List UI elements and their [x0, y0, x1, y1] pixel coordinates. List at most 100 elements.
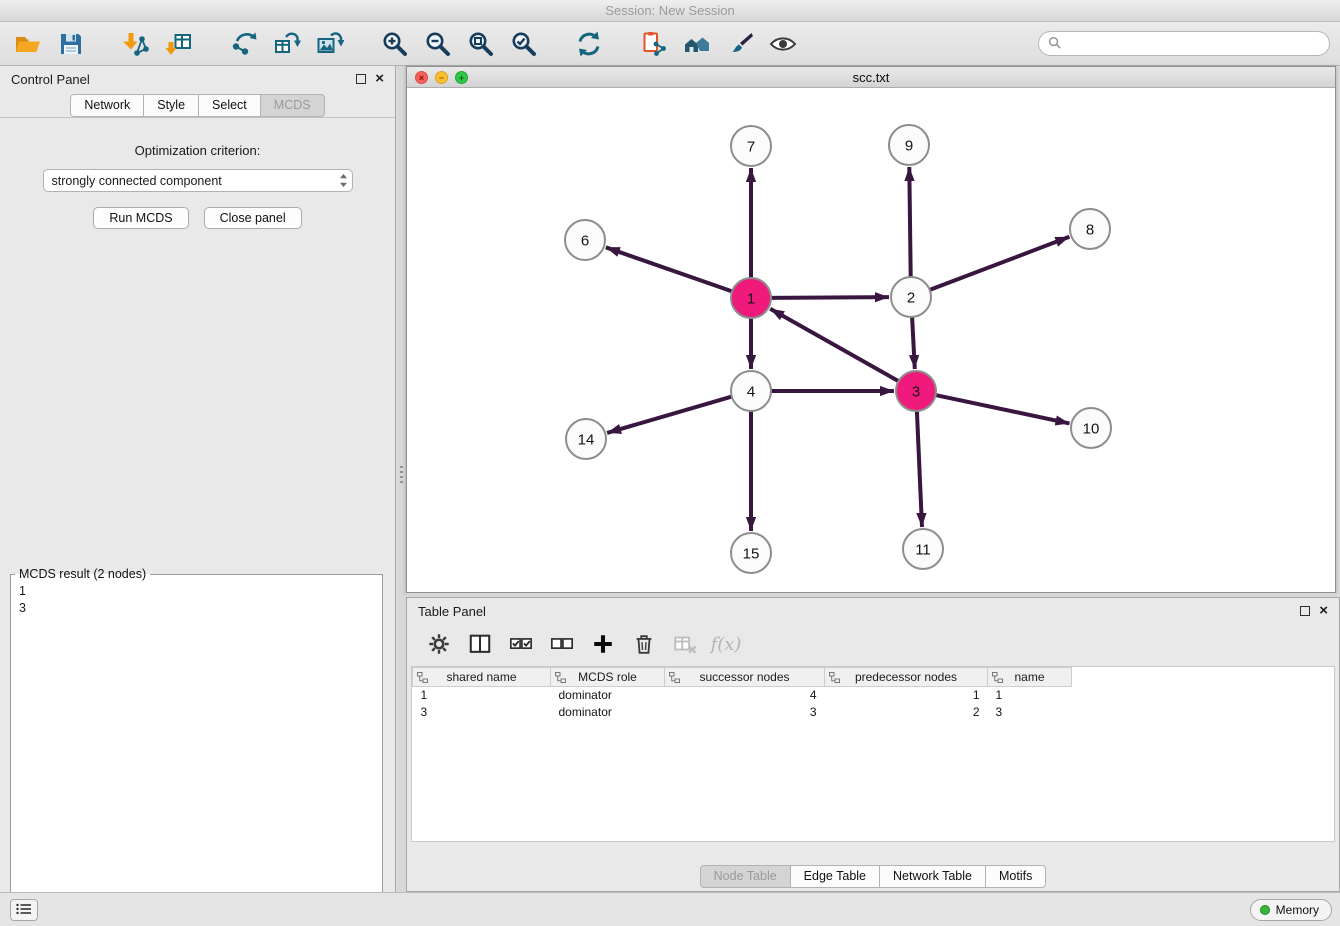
table-row[interactable]: 3dominator323 — [413, 704, 1072, 721]
zoom-selected-icon[interactable] — [506, 27, 542, 61]
graph-node-label: 7 — [747, 139, 755, 156]
graph-edge-3-1[interactable] — [770, 309, 898, 381]
tab-network[interactable]: Network — [70, 94, 144, 117]
graph-edge-4-14[interactable] — [607, 397, 732, 433]
task-list-icon — [16, 903, 32, 918]
column-header-predecessor-nodes[interactable]: predecessor nodes — [825, 668, 988, 687]
save-session-icon[interactable] — [53, 27, 89, 61]
table-cell[interactable]: 1 — [825, 687, 988, 704]
import-table-icon[interactable] — [161, 27, 197, 61]
copy-view-icon[interactable] — [636, 27, 672, 61]
open-file-icon[interactable] — [10, 27, 46, 61]
memory-button-label: Memory — [1276, 903, 1319, 917]
close-table-panel-icon[interactable]: × — [1319, 605, 1328, 617]
run-mcds-button[interactable]: Run MCDS — [93, 207, 188, 229]
network-view-window: × − + scc.txt 7968124314101511 — [406, 66, 1336, 593]
graph-node-label: 14 — [578, 432, 595, 449]
table-cell[interactable]: 2 — [825, 704, 988, 721]
table-row[interactable]: 1dominator411 — [413, 687, 1072, 704]
window-title: Session: New Session — [605, 3, 734, 18]
network-overview-icon[interactable] — [679, 27, 715, 61]
select-all-icon[interactable] — [507, 630, 535, 658]
control-panel: Control Panel × NetworkStyleSelectMCDS O… — [0, 66, 396, 892]
tab-node-table[interactable]: Node Table — [700, 865, 791, 888]
column-header-mcds-role[interactable]: MCDS role — [551, 668, 665, 687]
table-panel-header: Table Panel × — [407, 598, 1339, 624]
tab-edge-table[interactable]: Edge Table — [790, 865, 880, 888]
graph-node-label: 4 — [747, 384, 755, 401]
search-input[interactable] — [1066, 37, 1320, 51]
graph-node-label: 1 — [747, 291, 755, 308]
table-cell[interactable]: 3 — [413, 704, 551, 721]
window-zoom-button[interactable]: + — [455, 71, 468, 84]
search-icon — [1048, 36, 1061, 52]
zoom-fit-icon[interactable] — [463, 27, 499, 61]
optimization-select-value: strongly connected component — [52, 174, 222, 188]
table-body: 1dominator4113dominator323 — [413, 687, 1072, 721]
graph-node-label: 15 — [743, 546, 760, 563]
tab-select[interactable]: Select — [198, 94, 261, 117]
zoom-out-icon[interactable] — [420, 27, 456, 61]
table-tabs: Node TableEdge TableNetwork TableMotifs — [407, 865, 1339, 888]
window-titlebar: Session: New Session — [0, 0, 1340, 22]
graph-edge-1-2[interactable] — [771, 297, 889, 298]
close-panel-button[interactable]: Close panel — [204, 207, 302, 229]
graph-node-label: 10 — [1083, 421, 1100, 438]
graph-edge-3-11[interactable] — [917, 411, 922, 527]
table-cell[interactable]: dominator — [551, 704, 665, 721]
table-cell[interactable]: 1 — [413, 687, 551, 704]
column-header-successor-nodes[interactable]: successor nodes — [665, 668, 825, 687]
graph-edge-2-8[interactable] — [930, 237, 1070, 290]
new-network-from-selection-icon[interactable] — [226, 27, 262, 61]
graph-edge-1-6[interactable] — [606, 247, 732, 291]
refresh-layout-icon[interactable] — [571, 27, 607, 61]
graph-edge-3-10[interactable] — [936, 395, 1070, 423]
settings-gear-icon[interactable] — [425, 630, 453, 658]
zoom-in-icon[interactable] — [377, 27, 413, 61]
main-toolbar-icons — [10, 27, 808, 61]
table-cell[interactable]: 3 — [988, 704, 1072, 721]
window-minimize-button[interactable]: − — [435, 71, 448, 84]
function-builder-icon: f(x) — [712, 630, 740, 658]
table-cell[interactable]: dominator — [551, 687, 665, 704]
float-table-panel-icon[interactable] — [1300, 606, 1310, 616]
export-image-icon[interactable] — [312, 27, 348, 61]
tab-motifs[interactable]: Motifs — [985, 865, 1046, 888]
vertical-splitter[interactable] — [397, 66, 406, 892]
main-toolbar — [0, 22, 1340, 66]
column-header-shared-name[interactable]: shared name — [413, 668, 551, 687]
table-cell[interactable]: 3 — [665, 704, 825, 721]
import-network-icon[interactable] — [118, 27, 154, 61]
tab-network-table[interactable]: Network Table — [879, 865, 986, 888]
close-panel-icon[interactable]: × — [375, 73, 384, 85]
control-panel-title: Control Panel — [11, 72, 90, 87]
optimization-select[interactable]: strongly connected component — [43, 169, 353, 192]
show-columns-icon[interactable] — [466, 630, 494, 658]
table-cell[interactable]: 1 — [988, 687, 1072, 704]
toggle-visibility-icon[interactable] — [765, 27, 801, 61]
tab-mcds[interactable]: MCDS — [260, 94, 325, 117]
tab-style[interactable]: Style — [143, 94, 199, 117]
search-box[interactable] — [1038, 31, 1330, 56]
graph-edge-2-9[interactable] — [909, 167, 910, 277]
optimization-criterion-label: Optimization criterion: — [0, 143, 395, 158]
delete-table-icon — [671, 630, 699, 658]
style-paint-icon[interactable] — [722, 27, 758, 61]
add-column-icon[interactable] — [589, 630, 617, 658]
column-type-icon — [992, 672, 1003, 683]
graph-node-label: 8 — [1086, 222, 1094, 239]
table-cell[interactable]: 4 — [665, 687, 825, 704]
task-history-button[interactable] — [10, 899, 38, 921]
network-graph[interactable]: 7968124314101511 — [407, 88, 1335, 592]
window-close-button[interactable]: × — [415, 71, 428, 84]
graph-edge-2-3[interactable] — [912, 317, 915, 369]
clone-network-icon[interactable] — [269, 27, 305, 61]
deselect-all-icon[interactable] — [548, 630, 576, 658]
memory-button[interactable]: Memory — [1250, 899, 1332, 921]
column-header-name[interactable]: name — [988, 668, 1072, 687]
float-panel-icon[interactable] — [356, 74, 366, 84]
control-panel-header: Control Panel × — [0, 66, 395, 92]
network-view-titlebar: × − + scc.txt — [407, 67, 1335, 88]
status-bar: Memory — [0, 892, 1340, 926]
delete-rows-icon[interactable] — [630, 630, 658, 658]
